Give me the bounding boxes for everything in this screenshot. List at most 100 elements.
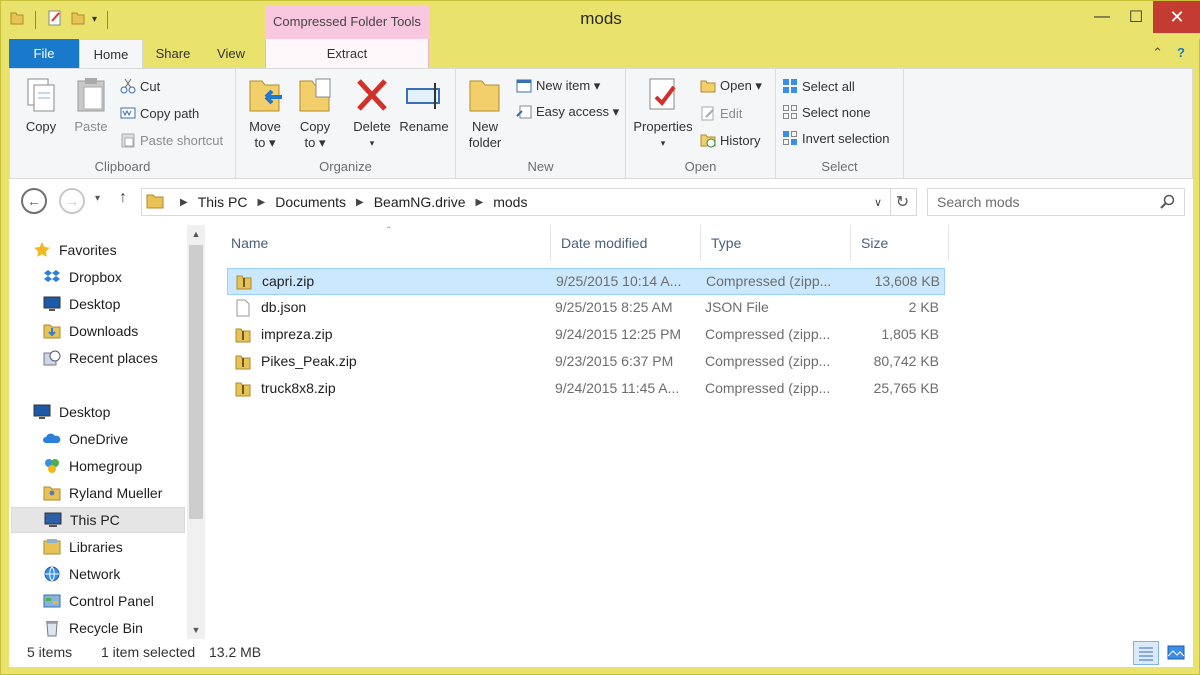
libraries-icon	[43, 538, 61, 556]
select-none-button[interactable]: Select none	[782, 101, 871, 123]
edit-button[interactable]: Edit	[700, 102, 742, 124]
column-header-type[interactable]: Type	[701, 225, 851, 261]
history-button[interactable]: History	[700, 129, 760, 151]
column-header-name[interactable]: Name ⌃	[221, 225, 551, 261]
scroll-thumb[interactable]	[189, 245, 203, 519]
copy-to-icon	[296, 75, 334, 115]
maximize-button[interactable]: ☐	[1119, 1, 1153, 33]
ribbon-controls: ⌃ ?	[1152, 45, 1185, 61]
large-icons-view-button[interactable]	[1163, 641, 1189, 665]
table-row[interactable]: truck8x8.zip 9/24/2015 11:45 A... Compre…	[227, 376, 945, 403]
desktop-icon	[33, 403, 51, 421]
group-label: Select	[821, 159, 858, 174]
minimize-button[interactable]: —	[1085, 1, 1119, 33]
zip-folder-icon	[235, 353, 251, 371]
delete-button[interactable]: Delete ▾	[348, 75, 396, 151]
details-view-icon	[1139, 647, 1153, 661]
breadcrumb-separator[interactable]: ▶	[476, 197, 484, 208]
paste-icon	[72, 75, 110, 115]
select-group: Select all Select none Invert selection …	[776, 69, 904, 178]
zip-folder-icon	[236, 273, 252, 291]
table-row[interactable]: Pikes_Peak.zip 9/23/2015 6:37 PM Compres…	[227, 349, 945, 376]
window-title: mods	[580, 9, 622, 28]
ribbon-tabs: File Home Share View Extract ⌃ ?	[9, 39, 1193, 70]
tab-home[interactable]: Home	[79, 39, 143, 70]
move-to-button[interactable]: Move to ▾	[242, 75, 288, 151]
column-header-date[interactable]: Date modified	[551, 225, 701, 261]
paste-button[interactable]: Paste	[68, 75, 114, 135]
tab-file[interactable]: File	[9, 39, 79, 69]
paste-shortcut-icon	[120, 132, 136, 148]
network-icon	[43, 565, 61, 583]
control-panel-icon	[43, 592, 61, 610]
document-icon	[235, 299, 251, 317]
breadcrumb-separator[interactable]: ▶	[258, 197, 266, 208]
paste-shortcut-button[interactable]: Paste shortcut	[120, 129, 223, 151]
copy-path-button[interactable]: Copy path	[120, 102, 199, 124]
copy-path-icon	[120, 105, 136, 121]
breadcrumb-beamng[interactable]: BeamNG.drive	[374, 194, 466, 210]
help-icon[interactable]: ?	[1177, 45, 1185, 61]
selection-size: 13.2 MB	[209, 644, 262, 660]
organize-group: Move to ▾ Copy to ▾ Delete ▾ Rename Orga…	[236, 69, 456, 178]
table-row[interactable]: capri.zip 9/25/2015 10:14 A... Compresse…	[227, 268, 945, 295]
copy-icon	[22, 75, 60, 115]
copy-button[interactable]: Copy	[18, 75, 64, 135]
this-pc-icon	[44, 511, 62, 529]
scroll-up-arrow[interactable]: ▲	[187, 225, 205, 243]
back-button[interactable]: ←	[21, 188, 47, 214]
tab-view[interactable]: View	[205, 39, 257, 69]
search-placeholder: Search mods	[937, 194, 1020, 210]
back-arrow-icon: ←	[27, 193, 41, 209]
breadcrumb-separator[interactable]: ▶	[180, 197, 188, 208]
open-button[interactable]: Open ▾	[700, 75, 762, 97]
nav-item-favorites[interactable]: Favorites	[33, 237, 209, 263]
breadcrumb-separator[interactable]: ▶	[356, 197, 364, 208]
forward-button[interactable]: →	[59, 188, 85, 214]
select-all-button[interactable]: Select all	[782, 75, 855, 97]
select-all-icon	[782, 78, 798, 94]
search-icon	[1160, 194, 1176, 210]
cut-button[interactable]: Cut	[120, 75, 160, 97]
tab-share[interactable]: Share	[149, 39, 197, 69]
zip-folder-icon	[235, 380, 251, 398]
properties-button[interactable]: Properties ▾	[630, 75, 696, 151]
column-header-size[interactable]: Size	[851, 225, 949, 261]
copy-to-button[interactable]: Copy to ▾	[292, 75, 338, 151]
up-button[interactable]: ↑	[119, 189, 127, 207]
address-bar[interactable]: ▶ This PC ▶ Documents ▶ BeamNG.drive ▶ mods …	[141, 188, 891, 216]
table-row[interactable]: db.json 9/25/2015 8:25 AM JSON File 2 KB	[227, 295, 945, 322]
item-count: 5 items	[27, 644, 73, 660]
recent-locations-button[interactable]: ▾	[95, 193, 100, 204]
refresh-button[interactable]: ↻	[889, 188, 917, 216]
breadcrumb-documents[interactable]: Documents	[275, 194, 346, 210]
breadcrumb-this-pc[interactable]: This PC	[198, 194, 248, 210]
new-folder-button[interactable]: New folder	[460, 75, 510, 151]
table-row[interactable]: impreza.zip 9/24/2015 12:25 PM Compresse…	[227, 322, 945, 349]
new-item-button[interactable]: New item ▾	[516, 75, 600, 97]
search-input[interactable]: Search mods	[927, 188, 1185, 216]
easy-access-button[interactable]: Easy access ▾	[516, 101, 619, 123]
breadcrumb-mods[interactable]: mods	[493, 194, 527, 210]
move-to-icon	[246, 75, 284, 115]
close-button[interactable]: ✕	[1153, 1, 1200, 33]
scissors-icon	[120, 78, 136, 94]
scroll-down-arrow[interactable]: ▼	[187, 621, 205, 639]
rename-button[interactable]: Rename	[398, 75, 450, 135]
group-label: Open	[684, 159, 717, 174]
chevron-down-icon[interactable]: ∨	[874, 196, 882, 209]
nav-item-this-pc[interactable]: This PC	[11, 507, 185, 533]
invert-selection-button[interactable]: Invert selection	[782, 127, 889, 149]
nav-scrollbar[interactable]: ▲ ▼	[187, 225, 205, 639]
properties-icon	[644, 75, 682, 115]
tab-extract[interactable]: Extract	[265, 39, 429, 69]
sort-ascending-icon: ⌃	[385, 225, 393, 235]
dropbox-icon	[43, 268, 61, 286]
details-view-button[interactable]	[1133, 641, 1159, 665]
collapse-ribbon-icon[interactable]: ⌃	[1152, 45, 1163, 61]
forward-arrow-icon: →	[65, 193, 79, 209]
navigation-pane: Favorites Dropbox Desktop Downloads Rece…	[9, 225, 205, 639]
downloads-icon	[43, 322, 61, 340]
nav-item-desktop-root[interactable]: Desktop	[33, 399, 209, 425]
title-bar: ▾ Compressed Folder Tools mods — ☐ ✕	[1, 1, 1200, 39]
